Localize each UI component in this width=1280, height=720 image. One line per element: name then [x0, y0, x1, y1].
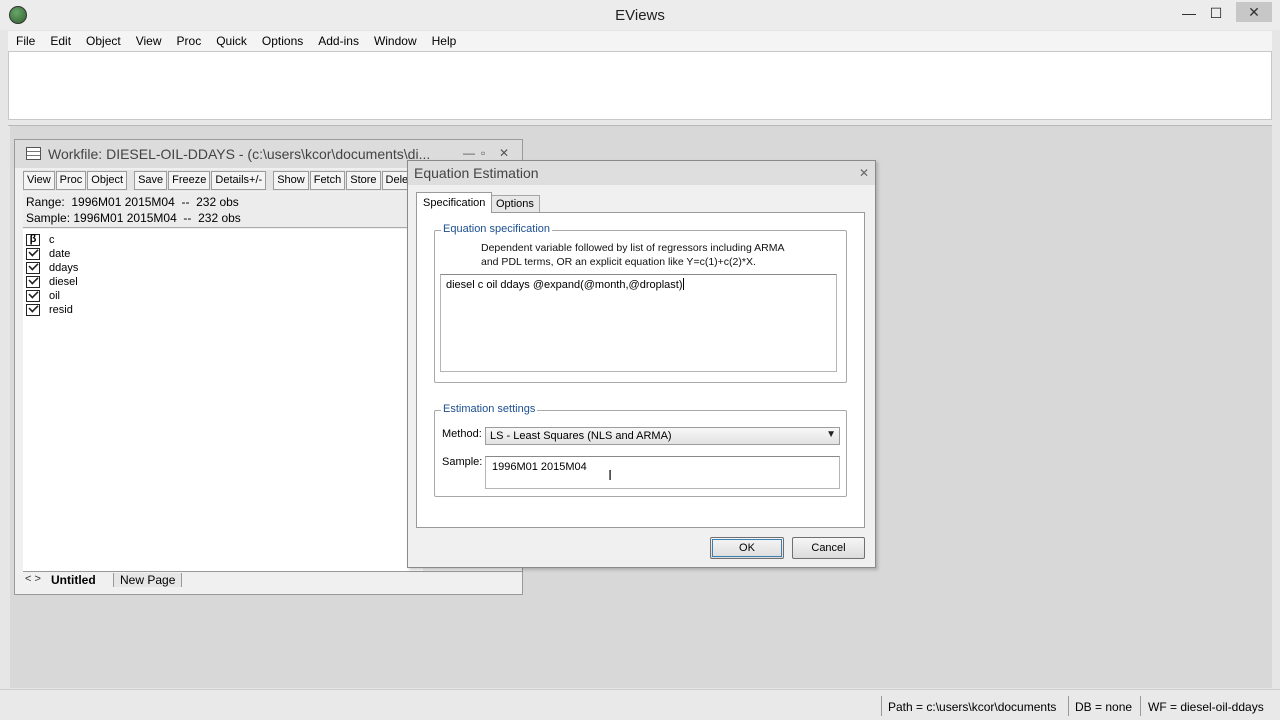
tab-new-page[interactable]: New Page — [113, 573, 183, 587]
sample-label: Sample: — [442, 456, 483, 468]
wf-freeze-button[interactable]: Freeze — [168, 171, 211, 190]
wf-save-button[interactable]: Save — [134, 171, 168, 190]
menu-edit[interactable]: Edit — [42, 31, 78, 51]
dialog-close-icon[interactable]: ✕ — [859, 166, 869, 180]
estimation-settings-legend: Estimation settings — [441, 403, 538, 415]
equation-spec-input[interactable]: diesel c oil ddays @expand(@month,@dropl… — [440, 274, 837, 372]
close-button[interactable]: ✕ — [1236, 2, 1272, 22]
workfile-maximize-button[interactable]: ▫ — [481, 146, 485, 160]
series-icon — [26, 260, 40, 274]
wf-fetch-button[interactable]: Fetch — [309, 171, 346, 190]
series-icon — [26, 274, 40, 288]
workfile-page-tabs: < > Untitled New Page — [23, 571, 522, 589]
menu-bar: File Edit Object View Proc Quick Options… — [8, 31, 1272, 51]
cancel-button[interactable]: Cancel — [792, 537, 865, 559]
menu-help[interactable]: Help — [424, 31, 464, 51]
status-workfile: WF = diesel-oil-ddays — [1148, 700, 1264, 714]
menu-options[interactable]: Options — [254, 31, 310, 51]
workfile-close-button[interactable]: ✕ — [499, 146, 509, 160]
series-icon — [26, 302, 40, 316]
sample-input[interactable]: 1996M01 2015M04 — [485, 456, 840, 489]
menu-view[interactable]: View — [128, 31, 169, 51]
wf-show-button[interactable]: Show — [273, 171, 309, 190]
tab-specification[interactable]: Specification — [416, 192, 493, 213]
method-select[interactable]: LS - Least Squares (NLS and ARMA) ▼ — [485, 427, 840, 445]
list-item[interactable]: β c — [26, 233, 55, 247]
workfile-minimize-button[interactable]: — — [463, 146, 475, 160]
coef-icon: β — [26, 233, 40, 246]
equation-spec-group: Equation specification Dependent variabl… — [434, 223, 847, 383]
wf-store-button[interactable]: Store — [346, 171, 381, 190]
series-icon — [26, 288, 40, 302]
specification-panel: Equation specification Dependent variabl… — [416, 212, 865, 528]
dialog-title: Equation Estimation — [414, 165, 539, 181]
series-icon — [26, 246, 40, 260]
workfile-object-list: β c date ddays diesel oil resid — [23, 229, 423, 571]
tab-options[interactable]: Options — [490, 195, 540, 212]
list-item[interactable]: diesel — [26, 274, 78, 289]
equation-spec-legend: Equation specification — [441, 223, 553, 235]
equation-estimation-dialog: Equation Estimation ✕ Specification Opti… — [407, 160, 876, 568]
workfile-icon — [26, 147, 41, 160]
window-title: EViews — [615, 7, 665, 24]
menu-proc[interactable]: Proc — [169, 31, 209, 51]
command-window[interactable] — [8, 51, 1272, 120]
status-path: Path = c:\users\kcor\documents — [888, 700, 1057, 714]
estimation-settings-group: Estimation settings Method: LS - Least S… — [434, 403, 847, 497]
text-caret — [682, 278, 684, 290]
workfile-info: Range: 1996M01 2015M04 -- 232 obs Sample… — [23, 192, 423, 228]
list-item[interactable]: resid — [26, 302, 73, 317]
menu-object[interactable]: Object — [78, 31, 128, 51]
menu-window[interactable]: Window — [366, 31, 424, 51]
list-item[interactable]: oil — [26, 288, 60, 303]
tab-untitled[interactable]: Untitled — [51, 573, 96, 587]
list-item[interactable]: ddays — [26, 260, 78, 275]
status-bar: Path = c:\users\kcor\documents DB = none… — [0, 689, 1280, 720]
wf-details-button[interactable]: Details+/- — [211, 171, 267, 190]
list-item[interactable]: date — [26, 246, 70, 261]
status-db: DB = none — [1075, 700, 1133, 714]
title-bar: EViews — ☐ ✕ — [0, 0, 1280, 30]
workfile-title: Workfile: DIESEL-OIL-DDAYS - (c:\users\k… — [48, 146, 431, 162]
minimize-button[interactable]: — — [1178, 4, 1200, 22]
wf-view-button[interactable]: View — [23, 171, 55, 190]
menu-add-ins[interactable]: Add-ins — [310, 31, 366, 51]
menu-quick[interactable]: Quick — [208, 31, 254, 51]
equation-help-text: Dependent variable followed by list of r… — [481, 242, 785, 268]
workfile-toolbar: View Proc Object Save Freeze Details+/- … — [23, 170, 423, 191]
maximize-button[interactable]: ☐ — [1205, 4, 1227, 22]
method-label: Method: — [442, 428, 482, 440]
dialog-title-bar[interactable]: Equation Estimation ✕ — [408, 161, 875, 185]
wf-object-button[interactable]: Object — [87, 171, 128, 190]
text-cursor-icon: I — [608, 467, 613, 484]
workfile-range[interactable]: Range: 1996M01 2015M04 -- 232 obs — [26, 195, 239, 209]
chevron-down-icon: ▼ — [826, 429, 836, 440]
page-scroll-arrows[interactable]: < > — [25, 573, 41, 585]
workfile-sample[interactable]: Sample: 1996M01 2015M04 -- 232 obs — [26, 211, 241, 225]
wf-proc-button[interactable]: Proc — [55, 171, 87, 190]
ok-button[interactable]: OK — [710, 537, 784, 559]
menu-file[interactable]: File — [8, 31, 42, 51]
